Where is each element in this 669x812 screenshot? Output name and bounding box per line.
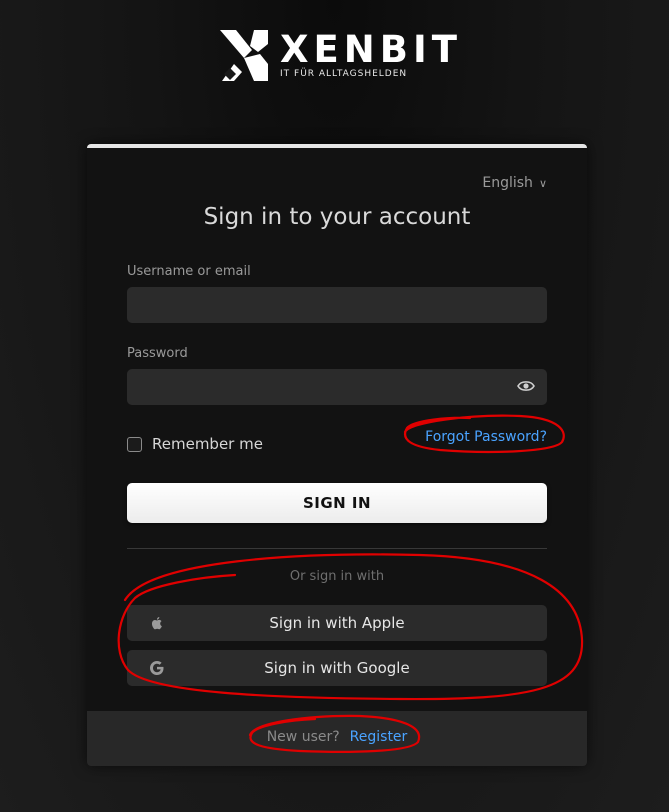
register-link[interactable]: Register <box>350 729 408 745</box>
divider <box>127 548 547 549</box>
new-user-text: New user? <box>266 729 340 745</box>
sign-in-with-apple-button[interactable]: Sign in with Apple <box>127 605 547 641</box>
sign-in-with-google-label: Sign in with Google <box>264 659 410 677</box>
language-label: English <box>482 175 533 191</box>
brand-tagline: IT FÜR ALLTAGSHELDEN <box>280 69 408 79</box>
chevron-down-icon: ∨ <box>538 177 547 190</box>
sign-in-button[interactable]: SIGN IN <box>127 483 547 523</box>
show-password-eye-icon[interactable] <box>517 379 535 393</box>
language-selector[interactable]: English ∨ <box>482 175 547 191</box>
remember-me-label: Remember me <box>152 435 263 453</box>
or-sign-in-with-text: Or sign in with <box>289 569 385 584</box>
remember-me-checkbox[interactable] <box>127 436 142 452</box>
forgot-password-link[interactable]: Forgot Password? <box>425 429 547 445</box>
sign-in-with-google-button[interactable]: Sign in with Google <box>127 650 547 686</box>
login-card: English ∨ Sign in to your account Usernam… <box>87 144 587 766</box>
password-label: Password <box>127 346 188 361</box>
brand-logo: XENBIT IT FÜR ALLTAGSHELDEN <box>220 28 460 84</box>
username-label: Username or email <box>127 264 251 279</box>
brand-name: XENBIT <box>280 28 462 71</box>
password-input[interactable] <box>127 369 547 405</box>
xenbit-logo-icon <box>220 30 268 81</box>
page-title: Sign in to your account <box>203 204 471 230</box>
username-input[interactable] <box>127 287 547 323</box>
card-footer: New user? Register <box>87 711 587 766</box>
sign-in-with-apple-label: Sign in with Apple <box>269 614 405 632</box>
remember-me[interactable]: Remember me <box>127 435 263 453</box>
